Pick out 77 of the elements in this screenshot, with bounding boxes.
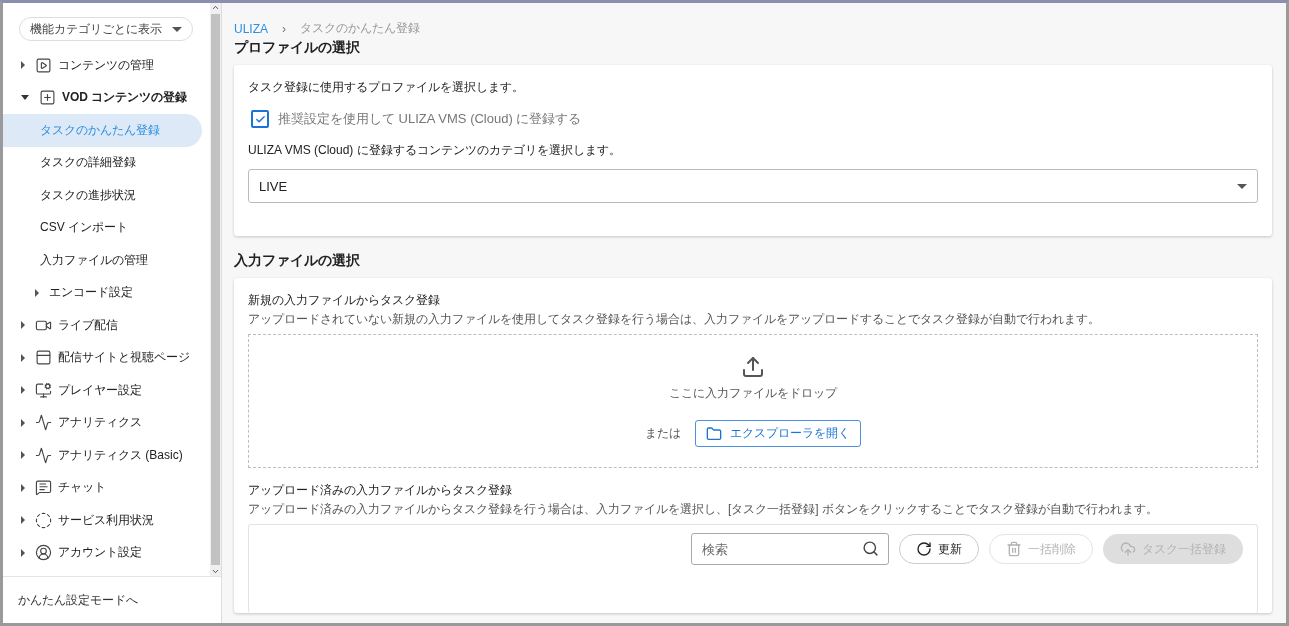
caret-icon bbox=[172, 26, 182, 32]
menu-icon bbox=[35, 414, 52, 432]
sidebar-item-label: アナリティクス bbox=[58, 414, 142, 432]
search-field[interactable]: 検索 bbox=[691, 533, 889, 565]
expand-icon bbox=[21, 353, 25, 362]
menu-icon bbox=[35, 56, 52, 74]
section-title: 入力ファイルの選択 bbox=[234, 252, 361, 270]
menu-icon bbox=[35, 511, 52, 529]
sidebar-subitem[interactable]: エンコード設定 bbox=[3, 276, 202, 309]
collapse-icon bbox=[21, 95, 29, 101]
sidebar-item[interactable]: ライブ配信 bbox=[3, 309, 210, 342]
expand-icon bbox=[21, 516, 25, 525]
sidebar-subitem[interactable]: 入力ファイルの管理 bbox=[3, 244, 202, 277]
caret-icon bbox=[1237, 183, 1247, 189]
drop-text: ここに入力ファイルをドロップ bbox=[669, 385, 837, 402]
search-icon bbox=[862, 540, 879, 557]
checkbox-label: 推奨設定を使用して ULIZA VMS (Cloud) に登録する bbox=[278, 110, 582, 128]
sidebar-item[interactable]: チャット bbox=[3, 471, 210, 504]
menu-icon bbox=[39, 89, 56, 107]
sidebar-item-label: アナリティクス (Basic) bbox=[58, 446, 183, 464]
expand-icon bbox=[21, 386, 25, 395]
menu-icon bbox=[35, 544, 52, 562]
or-text: または bbox=[645, 425, 681, 442]
menu-icon bbox=[35, 479, 52, 497]
expand-icon bbox=[21, 418, 25, 427]
description: アップロード済みの入力ファイルからタスク登録を行う場合は、入力ファイルを選択し、[タスク一括登録] ボタンをクリックすることでタスク登録が自動で行われます。 bbox=[248, 502, 1159, 517]
sidebar-item-label: アカウント設定 bbox=[58, 544, 142, 562]
breadcrumb-separator: › bbox=[282, 21, 286, 36]
subsection-title: 新規の入力ファイルからタスク登録 bbox=[248, 292, 441, 309]
menu-icon bbox=[35, 349, 52, 367]
open-explorer-button[interactable]: エクスプローラを開く bbox=[695, 420, 861, 447]
sidebar-item[interactable]: アナリティクス (Basic) bbox=[3, 439, 210, 472]
drop-zone[interactable]: ここに入力ファイルをドロップ または エクスプローラを開く bbox=[248, 334, 1258, 468]
category-select[interactable]: LIVE bbox=[248, 169, 1258, 203]
description: タスク登録に使用するプロファイルを選択します。 bbox=[248, 79, 525, 96]
check-icon bbox=[254, 113, 266, 125]
sidebar-item-label: コンテンツの管理 bbox=[58, 56, 154, 74]
sidebar-item-label: プレイヤー設定 bbox=[58, 381, 142, 399]
sidebar-item-label: VOD コンテンツの登録 bbox=[62, 89, 188, 107]
scroll-down-icon[interactable] bbox=[211, 567, 220, 576]
sidebar-item[interactable]: コンテンツの管理 bbox=[3, 49, 210, 82]
expand-icon bbox=[21, 451, 25, 460]
upload-icon bbox=[741, 355, 765, 379]
sidebar-subitem[interactable]: タスクの進捗状況 bbox=[3, 179, 202, 212]
menu-icon bbox=[35, 446, 52, 464]
sidebar-item-label: ライブ配信 bbox=[58, 316, 118, 334]
subsection-title: アップロード済みの入力ファイルからタスク登録 bbox=[248, 482, 513, 499]
sidebar-item-label: 配信サイトと視聴ページ bbox=[58, 349, 190, 367]
expand-icon bbox=[21, 483, 25, 492]
view-selector[interactable]: 機能カテゴリごとに表示 bbox=[19, 17, 193, 41]
description: アップロードされていない新規の入力ファイルを使用してタスク登録を行う場合は、入力ファイルをアップロードすることでタスク登録が自動で行われます。 bbox=[248, 312, 1101, 327]
sidebar-item[interactable]: アカウント設定 bbox=[3, 536, 210, 569]
sidebar-subitem[interactable]: タスクの詳細登録 bbox=[3, 146, 202, 179]
toolbar-button[interactable]: 更新 bbox=[899, 534, 979, 564]
button-icon bbox=[916, 541, 932, 557]
menu-icon bbox=[35, 381, 52, 399]
folder-icon bbox=[706, 425, 722, 442]
sidebar-item-label: サービス利用状況 bbox=[58, 511, 154, 529]
section-title: プロファイルの選択 bbox=[234, 39, 361, 57]
sidebar-item[interactable]: 配信サイトと視聴ページ bbox=[3, 341, 210, 374]
scrollbar[interactable] bbox=[210, 3, 221, 576]
category-label: ULIZA VMS (Cloud) に登録するコンテンツのカテゴリを選択します。 bbox=[248, 142, 622, 159]
scroll-up-icon[interactable] bbox=[211, 3, 220, 12]
button-icon bbox=[1006, 541, 1022, 557]
sidebar-subitem[interactable]: CSV インポート bbox=[3, 211, 202, 244]
breadcrumb-current: タスクのかんたん登録 bbox=[300, 20, 420, 37]
sidebar-item[interactable]: VOD コンテンツの登録 bbox=[3, 81, 210, 114]
checkbox[interactable] bbox=[251, 110, 269, 128]
expand-icon bbox=[21, 61, 25, 70]
expand-icon bbox=[21, 548, 25, 557]
sidebar-item-label: チャット bbox=[58, 479, 106, 497]
simple-mode-link[interactable]: かんたん設定モードへ bbox=[3, 577, 221, 623]
sidebar-item[interactable]: プレイヤー設定 bbox=[3, 374, 210, 407]
sidebar-item[interactable]: アナリティクス bbox=[3, 406, 210, 439]
expand-icon bbox=[21, 321, 25, 330]
sidebar-item[interactable]: サービス利用状況 bbox=[3, 504, 210, 537]
button-icon bbox=[1120, 541, 1136, 557]
